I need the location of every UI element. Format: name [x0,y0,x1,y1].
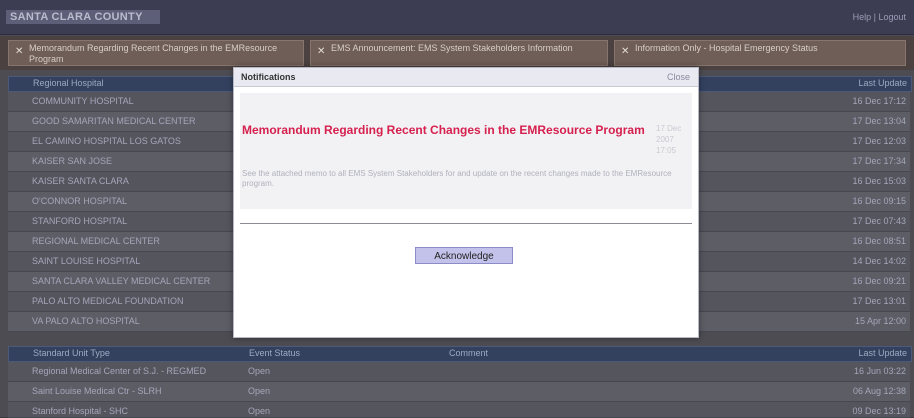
row-name: Regional Medical Center of S.J. - REGMED [32,366,207,376]
row-name: GOOD SAMARITAN MEDICAL CENTER [32,116,196,126]
row-name: Stanford Hospital - SHC [32,406,129,416]
tab-memorandum[interactable]: ✕ Memorandum Regarding Recent Changes in… [8,40,304,66]
row-name: O'CONNOR HOSPITAL [32,196,128,206]
header-links[interactable]: Help | Logout [853,12,906,22]
tab-label: Memorandum Regarding Recent Changes in t… [29,43,278,64]
row-date: 16 Dec 15:03 [852,176,906,186]
close-icon[interactable]: ✕ [15,47,24,57]
column-header-last-update: Last Update [858,348,907,358]
table-row[interactable]: Saint Louise Medical Ctr - SLRH Open 06 … [8,382,910,402]
row-date: 16 Jun 03:22 [853,366,906,376]
row-date: 16 Dec 17:12 [852,96,906,106]
row-name: STANFORD HOSPITAL [32,216,128,226]
column-header-hospital: Regional Hospital [33,78,104,88]
column-header-unit: Standard Unit Type [33,348,110,358]
tab-label: Information Only - Hospital Emergency St… [635,43,818,53]
tab-label: EMS Announcement: EMS System Stakeholder… [331,43,573,53]
row-status: Open [248,366,271,376]
notification-title: Memorandum Regarding Recent Changes in t… [242,123,645,137]
row-name: EL CAMINO HOSPITAL LOS GATOS [32,136,181,146]
close-icon[interactable]: ✕ [317,47,326,57]
table-row[interactable]: Stanford Hospital - SHC Open 09 Dec 13:1… [8,402,910,418]
table-header: Standard Unit Type Event Status Comment … [8,346,912,362]
row-name: REGIONAL MEDICAL CENTER [32,236,160,246]
row-name: COMMUNITY HOSPITAL [32,96,134,106]
notification-content: Memorandum Regarding Recent Changes in t… [240,93,692,209]
row-date: 06 Aug 12:38 [852,386,906,396]
row-name: PALO ALTO MEDICAL FOUNDATION [32,296,184,306]
row-date: 16 Dec 09:15 [852,196,906,206]
row-status: Open [248,406,271,416]
row-name: SAINT LOUISE HOSPITAL [32,256,141,266]
tab-information-only[interactable]: ✕ Information Only - Hospital Emergency … [614,40,906,66]
row-name: KAISER SAN JOSE [32,156,113,166]
dialog-body: Memorandum Regarding Recent Changes in t… [234,87,698,337]
close-button[interactable]: Close [667,72,690,82]
row-date: 16 Dec 09:21 [852,276,906,286]
close-icon[interactable]: ✕ [621,47,630,57]
table-row[interactable]: Regional Medical Center of S.J. - REGMED… [8,362,910,382]
column-header-status: Event Status [249,348,301,358]
row-date: 17 Dec 13:01 [852,296,906,306]
divider [240,223,692,224]
row-name: KAISER SANTA CLARA [32,176,129,186]
row-name: Saint Louise Medical Ctr - SLRH [32,386,162,396]
notifications-dialog: Notifications Close Memorandum Regarding… [233,67,699,338]
row-date: 16 Dec 08:51 [852,236,906,246]
tab-ems-announcement[interactable]: ✕ EMS Announcement: EMS System Stakehold… [310,40,608,66]
row-date: 14 Dec 14:02 [852,256,906,266]
notification-message: See the attached memo to all EMS System … [242,169,672,188]
column-header-comment: Comment [449,348,489,358]
row-date: 15 Apr 12:00 [854,316,906,326]
row-date: 09 Dec 13:19 [852,406,906,416]
row-date: 17 Dec 12:03 [852,136,906,146]
row-status: Open [248,386,271,396]
notification-tabs: ✕ Memorandum Regarding Recent Changes in… [0,36,914,70]
brand-title: SANTA CLARA COUNTY [6,10,160,24]
notification-date: 17 Dec 2007 17:05 [656,124,682,155]
acknowledge-button[interactable]: Acknowledge [415,247,513,264]
top-header: SANTA CLARA COUNTY Help | Logout [0,0,914,35]
row-date: 17 Dec 07:43 [852,216,906,226]
row-date: 17 Dec 13:04 [852,116,906,126]
row-date: 17 Dec 17:34 [852,156,906,166]
row-name: VA PALO ALTO HOSPITAL [32,316,140,326]
dialog-header: Notifications Close [234,68,698,87]
column-header-last-update: Last Update [858,78,907,88]
dialog-title: Notifications [241,72,296,82]
row-name: SANTA CLARA VALLEY MEDICAL CENTER [32,276,211,286]
